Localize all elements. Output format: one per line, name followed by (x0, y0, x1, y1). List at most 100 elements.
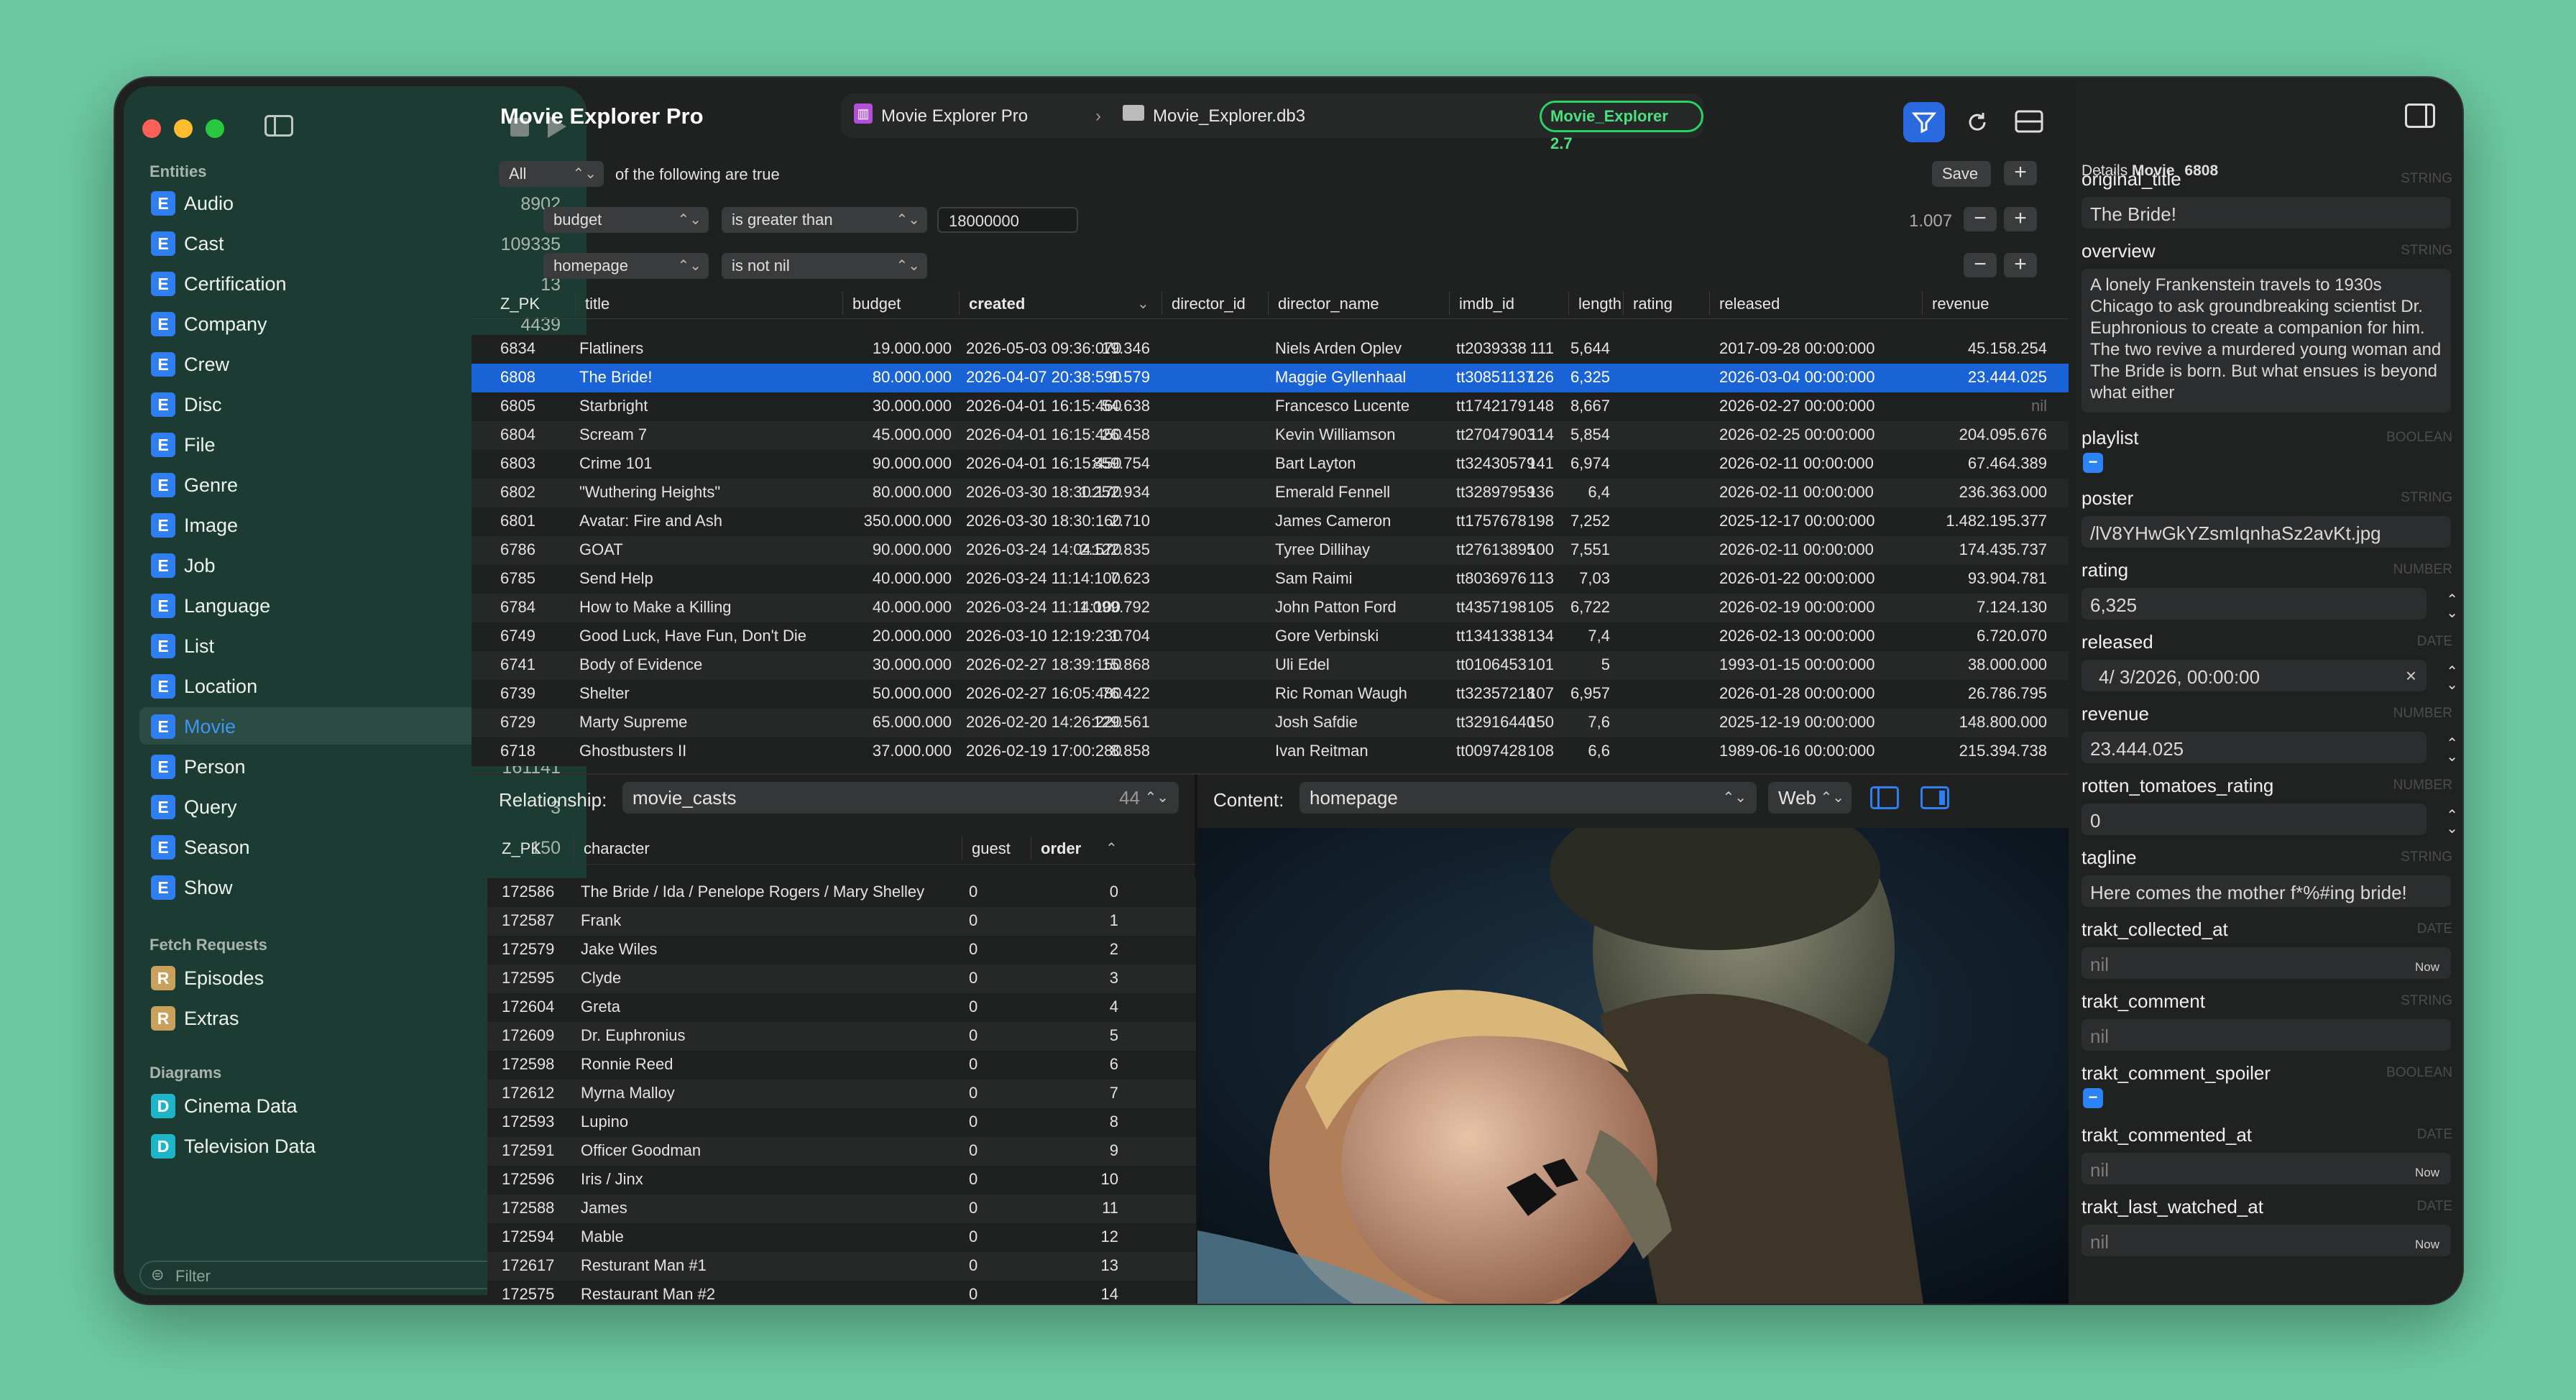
add-rule-button[interactable]: + (2004, 161, 2037, 185)
left-pane-toggle-icon[interactable] (1870, 786, 1899, 809)
breadcrumb[interactable]: ▥ Movie Explorer Pro › Movie_Explorer.db… (841, 93, 1703, 152)
breadcrumb-file[interactable]: Movie_Explorer.db3 (1153, 106, 1305, 126)
field-value-trakt-collected-at[interactable]: nil Now (2082, 947, 2451, 979)
field-value-trakt-comment[interactable]: nil (2082, 1019, 2451, 1051)
rel-cell-character: Frank (581, 911, 622, 929)
column-header-Z-PK[interactable]: Z_PK (500, 295, 540, 313)
column-header-created[interactable]: created (969, 295, 1025, 313)
cell-Z-PK: 6803 (500, 454, 535, 472)
field-value-text: 23.444.025 (2090, 738, 2184, 760)
field-value-released[interactable]: 4/ 3/2026, 00:00:00 × (2082, 660, 2426, 691)
column-header-rating[interactable]: rating (1633, 295, 1673, 313)
cell-length: 111 (1530, 339, 1554, 357)
cell-Z-PK: 6805 (500, 397, 535, 415)
column-separator[interactable] (842, 292, 843, 315)
column-header-director-name[interactable]: director_name (1278, 295, 1379, 313)
cell-title: Good Luck, Have Fun, Don't Die (579, 627, 807, 645)
field-value-text: The Bride! (2090, 203, 2176, 225)
column-header-length[interactable]: length (1578, 295, 1622, 313)
relationship-header-guest[interactable]: guest (972, 839, 1011, 858)
cell-released: 2025-12-17 00:00:000 (1719, 512, 1875, 530)
relationship-select[interactable]: movie_casts 44 ⌃⌄ (622, 782, 1179, 814)
stepper-icon[interactable]: ⌃ ⌄ (2446, 809, 2458, 836)
field-type: DATE (2416, 1199, 2452, 1214)
now-button[interactable]: Now (2415, 1161, 2439, 1184)
layout-toggle-button[interactable] (2008, 102, 2050, 142)
add-rule-after-1-button[interactable]: + (2004, 207, 2037, 231)
relationship-header-character[interactable]: character (584, 839, 650, 858)
rel-cell-zpk: 172586 (502, 883, 555, 901)
column-separator[interactable] (1268, 292, 1269, 315)
column-separator[interactable] (1709, 292, 1710, 315)
stepper-icon[interactable]: ⌃ ⌄ (2446, 665, 2458, 692)
minimize-window-button[interactable] (174, 119, 193, 138)
column-separator[interactable] (959, 292, 960, 315)
column-header-title[interactable]: title (585, 295, 610, 313)
table-header (472, 287, 2069, 319)
cell-director-id: 1.579 (1110, 368, 1150, 386)
column-header-imdb-id[interactable]: imdb_id (1459, 295, 1514, 313)
app-window: Entities Fetch Requests Diagrams ⊜ Filte… (115, 78, 2462, 1304)
rule2-field-select[interactable]: homepage ⌃⌄ (543, 253, 709, 279)
field-value-trakt-commented-at[interactable]: nil Now (2082, 1153, 2451, 1184)
field-value-overview[interactable]: A lonely Frankenstein travels to 1930s C… (2082, 269, 2451, 413)
cell-imdb-id: tt27613895 (1456, 540, 1536, 558)
breadcrumb-app[interactable]: Movie Explorer Pro (881, 106, 1028, 126)
column-separator[interactable] (1623, 292, 1624, 315)
add-rule-after-2-button[interactable]: + (2004, 253, 2037, 277)
rel-cell-guest: 0 (969, 1113, 978, 1130)
rule1-operator-select[interactable]: is greater than ⌃⌄ (722, 207, 927, 233)
field-checkbox-playlist[interactable]: − (2083, 453, 2103, 473)
column-separator[interactable] (1568, 292, 1569, 315)
relationship-header-order[interactable]: order (1041, 839, 1081, 858)
relationship-header-Z-PK[interactable]: Z_PK (502, 839, 541, 858)
field-value-text: nil (2090, 1159, 2110, 1181)
now-button[interactable]: Now (2415, 956, 2439, 979)
column-separator[interactable] (1922, 292, 1923, 315)
clear-date-icon[interactable]: × (2406, 664, 2416, 687)
field-checkbox-trakt-comment-spoiler[interactable]: − (2083, 1088, 2103, 1108)
stepper-icon[interactable]: ⌃ ⌄ (2446, 593, 2458, 620)
match-select[interactable]: All ⌃⌄ (499, 161, 604, 187)
content-field-select[interactable]: homepage ⌃⌄ (1300, 782, 1757, 814)
column-header-revenue[interactable]: revenue (1932, 295, 1990, 313)
sidebar-toggle-icon[interactable] (264, 115, 293, 137)
sidebar-item-cast[interactable]: E Cast 109335 (139, 224, 569, 262)
field-value-rating[interactable]: 6,325 (2082, 588, 2426, 620)
now-button[interactable]: Now (2415, 1233, 2439, 1256)
cell-director-name: Niels Arden Oplev (1275, 339, 1402, 357)
stepper-icon[interactable]: ⌃ ⌄ (2446, 737, 2458, 764)
field-value-trakt-last-watched-at[interactable]: nil Now (2082, 1225, 2451, 1256)
field-value-original-title[interactable]: The Bride! (2082, 197, 2451, 229)
filter-toggle-button[interactable] (1903, 102, 1945, 142)
field-value-poster[interactable]: /lV8YHwGkYZsmIqnhaSz2avKt.jpg (2082, 516, 2451, 548)
cell-length: 101 (1527, 655, 1554, 673)
remove-rule2-button[interactable]: − (1964, 253, 1997, 277)
close-window-button[interactable] (142, 119, 161, 138)
rule1-value-input[interactable]: 18000000 (937, 207, 1078, 233)
field-value-revenue[interactable]: 23.444.025 (2082, 732, 2426, 763)
zoom-window-button[interactable] (206, 119, 224, 138)
rule2-operator-select[interactable]: is not nil ⌃⌄ (722, 253, 927, 279)
column-header-released[interactable]: released (1719, 295, 1780, 313)
sidebar-item-audio[interactable]: E Audio 8902 (139, 184, 569, 221)
field-value-rotten[interactable]: 0 (2082, 803, 2426, 835)
rule1-field-select[interactable]: budget ⌃⌄ (543, 207, 709, 233)
remove-rule1-button[interactable]: − (1964, 207, 1997, 231)
column-header-director-id[interactable]: director_id (1172, 295, 1246, 313)
refresh-button[interactable] (1956, 102, 1998, 142)
cell-director-name: Maggie Gyllenhaal (1275, 368, 1407, 386)
field-value-tagline[interactable]: Here comes the mother f*%#ing bride! (2082, 875, 2451, 907)
column-separator[interactable] (575, 292, 576, 315)
right-pane-toggle-icon[interactable] (1920, 786, 1949, 809)
field-value-text: nil (2090, 1231, 2110, 1253)
cell-imdb-id: tt32897959 (1456, 483, 1536, 501)
column-separator[interactable] (1449, 292, 1450, 315)
save-filter-button[interactable]: Save (1932, 161, 1991, 187)
content-mode-select[interactable]: Web ⌃⌄ (1768, 782, 1852, 814)
inspector-toggle-icon[interactable] (2405, 103, 2435, 128)
cell-title: "Wuthering Heights" (579, 483, 721, 501)
column-header-budget[interactable]: budget (852, 295, 901, 313)
cell-budget: 40.000.000 (872, 569, 952, 587)
cell-director-id: 2.710 (1110, 512, 1150, 530)
